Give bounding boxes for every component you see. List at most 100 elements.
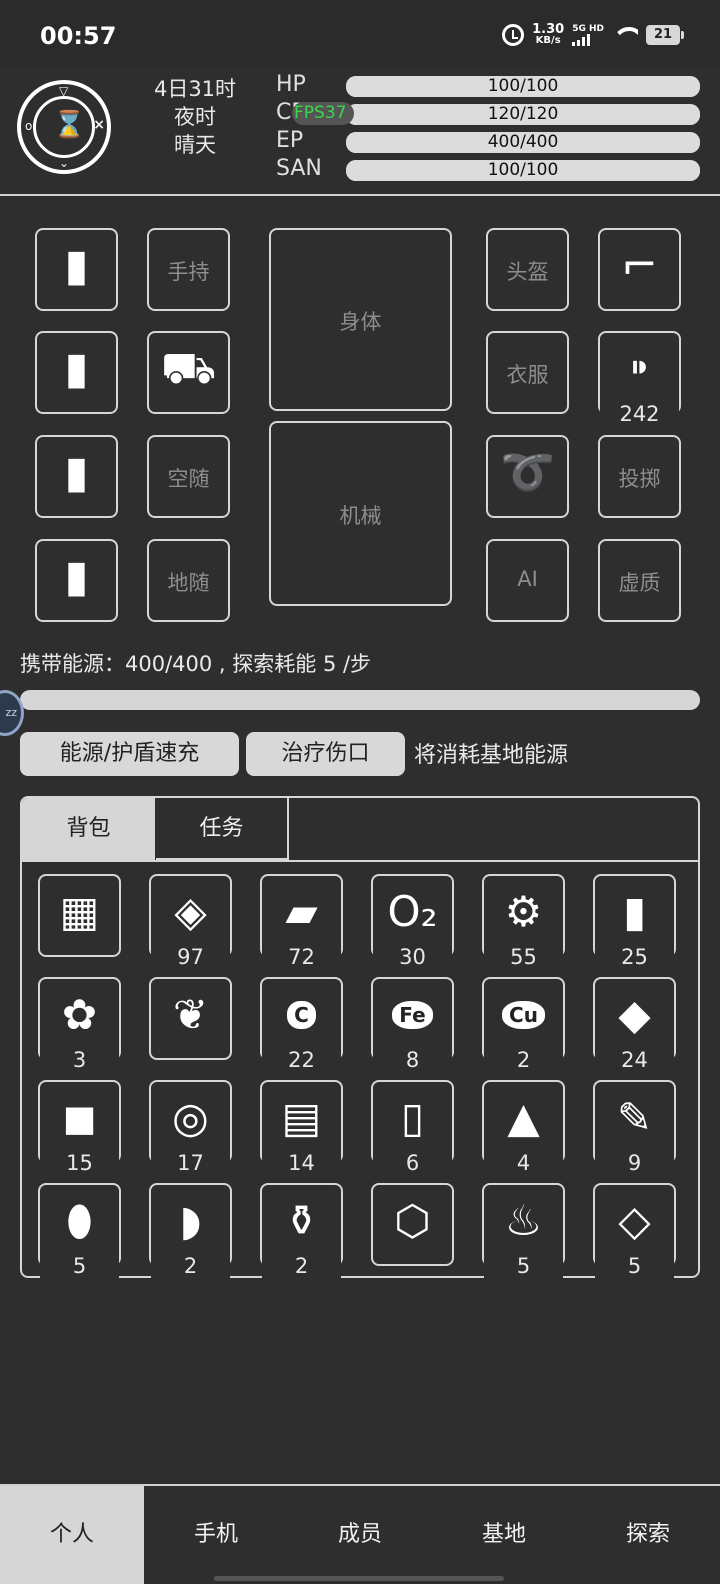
cube-icon: ◼ [62, 1093, 97, 1142]
nav-explore[interactable]: 探索 [576, 1486, 720, 1584]
slot-label: AI [517, 567, 538, 591]
nav-base[interactable]: 基地 [432, 1486, 576, 1584]
item-count: 14 [262, 1151, 341, 1175]
molecule-icon: ⬡ [394, 1196, 431, 1245]
inventory-slot[interactable]: ⚱ 2 [260, 1183, 343, 1278]
inventory-slot[interactable]: ◗ 2 [149, 1183, 232, 1278]
home-indicator[interactable] [214, 1576, 504, 1581]
status-bar: 00:57 1.30 KB/s 5G HD 21 [0, 0, 720, 66]
battery-slot-2[interactable]: ▮ [35, 331, 118, 414]
inventory-slot[interactable]: ▲ 4 [482, 1080, 565, 1175]
battery-icon: ▮ [64, 343, 89, 394]
inventory-slot[interactable]: ⚙ 55 [482, 874, 565, 969]
inventory-slot[interactable]: ♨ 5 [482, 1183, 565, 1278]
box-icon: ▰ [285, 887, 318, 936]
speed-value: 1.30 [532, 22, 565, 37]
inventory-slot[interactable]: ◇ 5 [593, 1183, 676, 1278]
inventory-slot[interactable]: ❦ [149, 977, 232, 1060]
ammo-slot[interactable]: ⁍ 242 [598, 331, 681, 426]
slot-label: 衣服 [506, 363, 549, 387]
stat-ep: EP 400/400 [276, 128, 706, 156]
ground-follower-slot[interactable]: 地随 [147, 539, 230, 622]
inventory-slot[interactable]: ◼ 15 [38, 1080, 121, 1175]
inventory-slot[interactable]: ✎ 9 [593, 1080, 676, 1175]
inventory-slot[interactable]: ▯ 6 [371, 1080, 454, 1175]
inventory-slot[interactable]: ◈ 97 [149, 874, 232, 969]
inventory-slot[interactable]: Fe 8 [371, 977, 454, 1072]
body-slot[interactable]: 身体 [269, 228, 452, 411]
date-weather: 4日31时 夜时 晴天 [140, 75, 250, 159]
inventory-slot[interactable]: ⬮ 5 [38, 1183, 121, 1278]
battery-slot-1[interactable]: ▮ [35, 228, 118, 311]
inventory-slot[interactable]: O₂ 30 [371, 874, 454, 969]
inventory-slot[interactable]: ▤ 14 [260, 1080, 343, 1175]
inventory-slot[interactable]: Cu 2 [482, 977, 565, 1072]
gun-icon: ⌐ [621, 240, 658, 291]
stat-value: 400/400 [487, 132, 559, 152]
energy-cost-note: 将消耗基地能源 [414, 743, 569, 768]
slot-label: 头盔 [506, 260, 549, 284]
copper-ore-icon: Cu [502, 1001, 545, 1029]
stat-cp: CP 120/120 FPS37 [276, 100, 706, 128]
nav-phone[interactable]: 手机 [144, 1486, 288, 1584]
time-emblem-button[interactable]: ▽ o ⌛ × ⌄ [17, 80, 111, 174]
bottom-nav: 个人 手机 成员 基地 探索 [0, 1484, 720, 1584]
item-count: 15 [40, 1151, 119, 1175]
stat-label: EP [276, 128, 304, 153]
san-bar: 100/100 [346, 160, 700, 181]
cloth-roll-icon: ▯ [400, 1093, 425, 1142]
throw-slot[interactable]: 投掷 [598, 435, 681, 518]
bottle-icon: ⚱ [283, 1196, 320, 1245]
inventory-slot[interactable]: ▦ [38, 874, 121, 957]
item-count: 25 [595, 945, 674, 969]
clothes-slot[interactable]: 衣服 [486, 331, 569, 414]
signal-icon: 5G HD [572, 24, 604, 46]
pipes-icon: ◎ [172, 1093, 209, 1142]
nav-members[interactable]: 成员 [288, 1486, 432, 1584]
battery-icon: ▮ [64, 447, 89, 498]
arrow-up-icon: ▽ [59, 84, 69, 98]
hand-slot[interactable]: 手持 [147, 228, 230, 311]
helmet-slot[interactable]: 头盔 [486, 228, 569, 311]
inventory-slot[interactable]: ✿ 3 [38, 977, 121, 1072]
item-count: 5 [484, 1254, 563, 1278]
void-slot[interactable]: 虚质 [598, 539, 681, 622]
mech-slot[interactable]: 机械 [269, 421, 452, 606]
inventory-slot[interactable]: ▰ 72 [260, 874, 343, 969]
inventory-slot[interactable]: ◎ 17 [149, 1080, 232, 1175]
inventory-slot[interactable]: ▮ 25 [593, 874, 676, 969]
network-speed: 1.30 KB/s [532, 22, 565, 46]
energy-info: 携带能源：400/400 , 探索耗能 5 /步 [20, 652, 372, 676]
stat-hp: HP 100/100 [276, 72, 706, 100]
armband-slot[interactable]: ➰ [486, 435, 569, 518]
emblem-left-mark: o [25, 119, 33, 133]
inventory-slot[interactable]: ⬡ [371, 1183, 454, 1266]
nav-personal[interactable]: 个人 [0, 1486, 144, 1584]
battery-slot-4[interactable]: ▮ [35, 539, 118, 622]
item-count: 2 [151, 1254, 230, 1278]
item-count: 22 [262, 1048, 341, 1072]
heal-button[interactable]: 治疗伤口 [246, 732, 405, 776]
slot-label: 地随 [167, 571, 210, 595]
emblem-right-mark: × [93, 117, 105, 133]
weapon-slot[interactable]: ⌐ [598, 228, 681, 311]
inventory-slot[interactable]: ◆ 24 [593, 977, 676, 1072]
game-date: 4日31时 [153, 77, 237, 101]
tab-tasks[interactable]: 任务 [156, 798, 289, 860]
backpack-slot[interactable]: ⛟ [147, 331, 230, 414]
syringe-icon: ✎ [616, 1093, 653, 1142]
battery-slot-3[interactable]: ▮ [35, 435, 118, 518]
ai-slot[interactable]: AI [486, 539, 569, 622]
item-count: 5 [40, 1254, 119, 1278]
inventory-slot[interactable]: C 22 [260, 977, 343, 1072]
iron-ore-icon: Fe [392, 1001, 433, 1029]
wifi-icon [612, 25, 638, 45]
tab-backpack[interactable]: 背包 [22, 798, 155, 860]
item-count: 4 [484, 1151, 563, 1175]
item-count: 242 [600, 402, 679, 426]
air-follower-slot[interactable]: 空随 [147, 435, 230, 518]
quick-charge-button[interactable]: 能源/护盾速充 [20, 732, 239, 776]
slot-label: 身体 [339, 310, 382, 334]
alarm-icon [502, 24, 525, 46]
log-icon: ▮ [622, 887, 647, 936]
